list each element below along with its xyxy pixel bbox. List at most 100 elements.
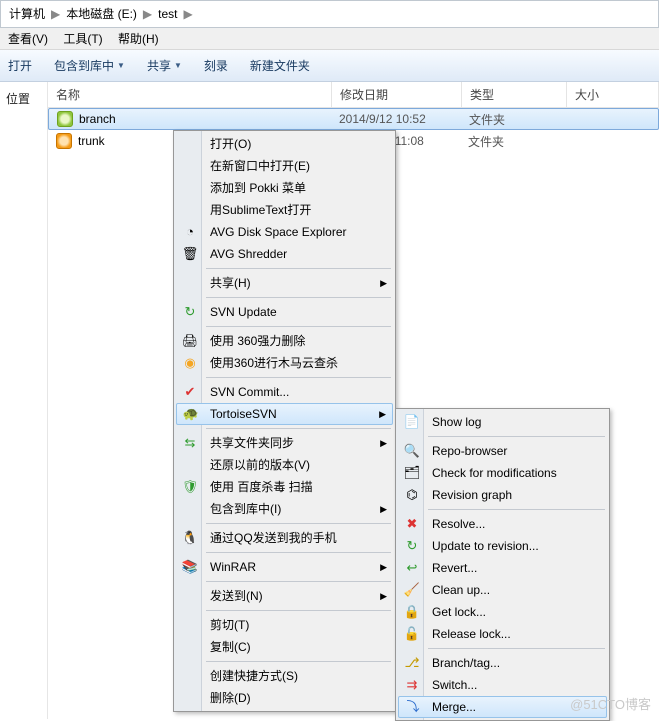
- menu-label: 使用 360强力删除: [210, 330, 305, 352]
- menu-label: SVN Commit...: [210, 381, 289, 403]
- menu-item[interactable]: ✔SVN Commit...: [176, 381, 393, 403]
- menu-icon: 🔓: [404, 626, 420, 642]
- menu-item[interactable]: 打开(O): [176, 133, 393, 155]
- menu-item[interactable]: 🗂Check for modifications: [398, 462, 607, 484]
- menu-item[interactable]: 🛡使用 百度杀毒 扫描: [176, 476, 393, 498]
- menu-icon: 🔍: [404, 443, 420, 459]
- col-type[interactable]: 类型: [462, 82, 567, 107]
- file-row-branch[interactable]: branch 2014/9/12 10:52 文件夹: [48, 108, 659, 130]
- menu-help[interactable]: 帮助(H): [118, 32, 159, 46]
- submenu-arrow-icon: ▶: [380, 272, 387, 294]
- breadcrumb[interactable]: 计算机 ▶ 本地磁盘 (E:) ▶ test ▶: [0, 0, 659, 28]
- toolbar-burn[interactable]: 刻录: [204, 57, 228, 74]
- menu-item[interactable]: ⇉Switch...: [398, 674, 607, 696]
- menu-icon: 📚: [182, 559, 198, 575]
- file-type: 文件夹: [469, 111, 574, 128]
- menu-item[interactable]: ⎇Branch/tag...: [398, 652, 607, 674]
- crumb-computer[interactable]: 计算机: [9, 0, 45, 28]
- column-headers[interactable]: 名称 修改日期 类型 大小: [48, 82, 659, 108]
- menu-icon: 🗂: [404, 465, 420, 481]
- chevron-down-icon: ▼: [117, 61, 125, 70]
- menu-item[interactable]: ◔ AVG Disk Space Explorer: [176, 221, 393, 243]
- menu-item[interactable]: 共享(H) ▶: [176, 272, 393, 294]
- menu-view[interactable]: 查看(V): [8, 32, 48, 46]
- menu-item[interactable]: 🐧通过QQ发送到我的手机: [176, 527, 393, 549]
- menu-label: Repo-browser: [432, 440, 507, 462]
- menu-item[interactable]: ↻Update to revision...: [398, 535, 607, 557]
- menu-item[interactable]: 🔓Release lock...: [398, 623, 607, 645]
- menu-label: 共享(H): [210, 272, 251, 294]
- crumb-sep-icon: ▶: [180, 0, 197, 28]
- menu-label: Switch...: [432, 674, 477, 696]
- col-size[interactable]: 大小: [567, 82, 659, 107]
- menu-label: Resolve...: [432, 513, 485, 535]
- menu-tools[interactable]: 工具(T): [63, 32, 102, 46]
- menu-item[interactable]: 删除(D): [176, 687, 393, 709]
- menu-item[interactable]: 🐢TortoiseSVN▶: [176, 403, 393, 425]
- menu-item[interactable]: 还原以前的版本(V): [176, 454, 393, 476]
- menu-item[interactable]: 发送到(N)▶: [176, 585, 393, 607]
- col-date[interactable]: 修改日期: [332, 82, 462, 107]
- menu-item[interactable]: 📄Show log: [398, 411, 607, 433]
- toolbar-share[interactable]: 共享▼: [147, 57, 182, 74]
- menu-item[interactable]: 🖨 使用 360强力删除: [176, 330, 393, 352]
- submenu-arrow-icon: ▶: [380, 556, 387, 578]
- menu-label: Update to revision...: [432, 535, 539, 557]
- nav-position-label: 位置: [6, 90, 41, 107]
- menu-icon: 🗑: [182, 246, 198, 262]
- menu-item[interactable]: ↻SVN Update: [176, 301, 393, 323]
- menu-item[interactable]: 添加到 Pokki 菜单: [176, 177, 393, 199]
- menu-item[interactable]: ✖ Resolve...: [398, 513, 607, 535]
- col-name[interactable]: 名称: [48, 82, 332, 107]
- menu-item[interactable]: 用SublimeText打开: [176, 199, 393, 221]
- menu-item[interactable]: ↩Revert...: [398, 557, 607, 579]
- menu-label: 在新窗口中打开(E): [210, 155, 310, 177]
- menu-label: Clean up...: [432, 579, 490, 601]
- menu-item[interactable]: ◉使用360进行木马云查杀: [176, 352, 393, 374]
- menu-label: 通过QQ发送到我的手机: [210, 527, 337, 549]
- menu-item[interactable]: 🔒 Get lock...: [398, 601, 607, 623]
- menu-label: TortoiseSVN: [210, 403, 277, 425]
- menu-label: 还原以前的版本(V): [210, 454, 310, 476]
- toolbar: 打开 包含到库中▼ 共享▼ 刻录 新建文件夹: [0, 50, 659, 82]
- menu-label: Show log: [432, 411, 481, 433]
- menu-label: AVG Shredder: [210, 243, 287, 265]
- menu-item[interactable]: 🧹 Clean up...: [398, 579, 607, 601]
- tortoisesvn-submenu[interactable]: 📄Show log 🔍 Repo-browser🗂Check for modific…: [395, 408, 610, 721]
- menu-label: 用SublimeText打开: [210, 199, 311, 221]
- menu-item[interactable]: ⌬Revision graph: [398, 484, 607, 506]
- menu-item[interactable]: 复制(C): [176, 636, 393, 658]
- menu-item[interactable]: 在新窗口中打开(E): [176, 155, 393, 177]
- menu-item[interactable]: 剪切(T): [176, 614, 393, 636]
- toolbar-open[interactable]: 打开: [8, 57, 32, 74]
- nav-tree[interactable]: 位置: [0, 82, 48, 719]
- menu-item[interactable]: 🗑 AVG Shredder: [176, 243, 393, 265]
- menu-item[interactable]: 包含到库中(I) ▶: [176, 498, 393, 520]
- menu-icon: 🧹: [404, 582, 420, 598]
- menu-icon: ⌬: [404, 487, 420, 503]
- menu-item[interactable]: 创建快捷方式(S): [176, 665, 393, 687]
- menu-label: 包含到库中(I): [210, 498, 281, 520]
- menu-label: 剪切(T): [210, 614, 249, 636]
- submenu-arrow-icon: ▶: [379, 403, 386, 425]
- menu-label: Get lock...: [432, 601, 486, 623]
- menu-icon: 🖨: [182, 333, 198, 349]
- folder-icon: [56, 133, 72, 149]
- menu-item[interactable]: ⇆共享文件夹同步▶: [176, 432, 393, 454]
- menu-item[interactable]: 📚WinRAR▶: [176, 556, 393, 578]
- menu-icon: ◔: [182, 224, 198, 240]
- submenu-arrow-icon: ▶: [380, 498, 387, 520]
- menu-icon: ✖: [404, 516, 420, 532]
- crumb-sep-icon: ▶: [139, 0, 156, 28]
- toolbar-newfolder[interactable]: 新建文件夹: [250, 57, 310, 74]
- menu-label: 打开(O): [210, 133, 251, 155]
- toolbar-include[interactable]: 包含到库中▼: [54, 57, 125, 74]
- context-menu[interactable]: 打开(O)在新窗口中打开(E)添加到 Pokki 菜单用SublimeText打…: [173, 130, 396, 712]
- crumb-drive[interactable]: 本地磁盘 (E:): [66, 0, 137, 28]
- menu-label: AVG Disk Space Explorer: [210, 221, 347, 243]
- menu-label: 共享文件夹同步: [210, 432, 294, 454]
- menu-item[interactable]: 🔍 Repo-browser: [398, 440, 607, 462]
- menu-icon: 🔒: [404, 604, 420, 620]
- menu-label: 发送到(N): [210, 585, 263, 607]
- crumb-folder[interactable]: test: [158, 0, 177, 28]
